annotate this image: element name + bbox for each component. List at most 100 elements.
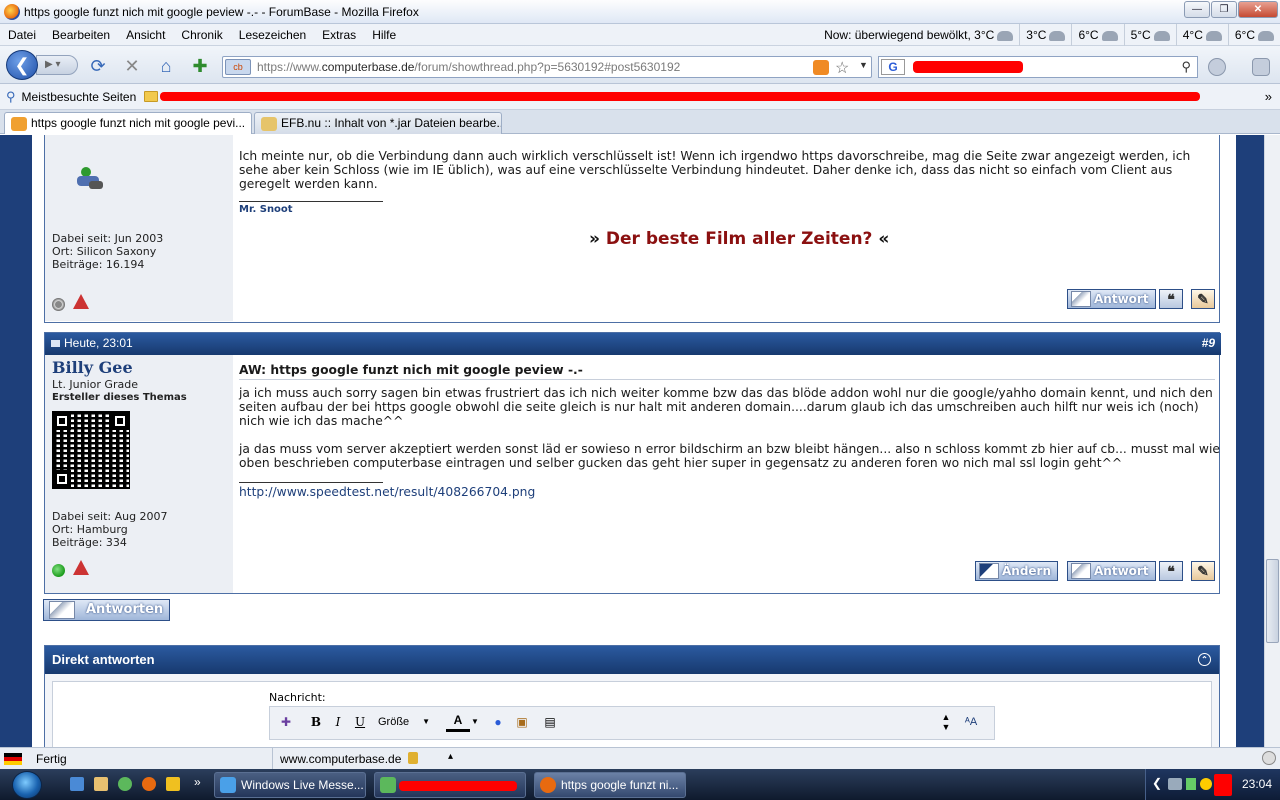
taskbar-messenger[interactable]: Windows Live Messe... bbox=[214, 772, 366, 798]
tray-app-icon[interactable] bbox=[1200, 778, 1212, 790]
thread-starter-label: Ersteller dieses Themas bbox=[52, 392, 187, 403]
padlock-icon[interactable] bbox=[408, 752, 418, 764]
google-icon[interactable]: G bbox=[881, 59, 905, 75]
volume-icon[interactable] bbox=[1186, 778, 1196, 790]
switch-editor-icon[interactable]: ᴬA bbox=[960, 712, 982, 734]
multiquote-button[interactable]: ✎ bbox=[1191, 561, 1215, 581]
resize-icon[interactable]: ▲ ▼ bbox=[940, 712, 952, 734]
start-button[interactable] bbox=[12, 771, 42, 799]
bookmarks-more[interactable]: » bbox=[1265, 89, 1272, 104]
insert-image-icon[interactable]: ▣ bbox=[512, 712, 532, 734]
username[interactable]: Billy Gee bbox=[52, 358, 133, 377]
menu-ansicht[interactable]: Ansicht bbox=[118, 28, 173, 42]
italic-button[interactable]: I bbox=[328, 712, 348, 734]
firefox-icon[interactable] bbox=[4, 3, 20, 20]
search-icon[interactable]: ⚲ bbox=[1181, 59, 1191, 75]
lock-icon[interactable] bbox=[1252, 58, 1270, 76]
clock[interactable]: 23:04 bbox=[1242, 777, 1272, 791]
forward-button[interactable]: ▶ ▾ bbox=[36, 55, 78, 75]
editor-toolbar: ✚ B I U Größe ▼ A ▼ ● ▣ ▤ ▲ ▼ ᴬA bbox=[269, 706, 995, 740]
insert-link-icon[interactable]: ● bbox=[488, 712, 508, 734]
menu-lesezeichen[interactable]: Lesezeichen bbox=[231, 28, 314, 42]
bold-button[interactable]: B bbox=[306, 712, 326, 734]
bookmarks-icon: ⚲ bbox=[6, 88, 16, 104]
tab-https-google[interactable]: https google funzt nich mit google pevi.… bbox=[4, 112, 252, 134]
font-size-select[interactable]: Größe ▼ bbox=[374, 712, 432, 734]
reply-icon bbox=[1071, 291, 1091, 307]
signature-link[interactable]: http://www.speedtest.net/result/40826670… bbox=[239, 485, 535, 499]
collapse-icon[interactable]: ⌃ bbox=[1198, 653, 1211, 666]
remove-format-icon[interactable]: ✚ bbox=[276, 712, 296, 734]
bookmark-star-icon[interactable]: ☆ bbox=[835, 58, 849, 78]
url-text[interactable]: https://www.computerbase.de/forum/showth… bbox=[257, 60, 680, 74]
insert-quote-icon[interactable]: ▤ bbox=[540, 712, 560, 734]
menu-datei[interactable]: Datei bbox=[0, 28, 44, 42]
url-bar[interactable]: cb https://www.computerbase.de/forum/sho… bbox=[222, 56, 872, 78]
tab-efb[interactable]: EFB.nu :: Inhalt von *.jar Dateien bearb… bbox=[254, 112, 502, 134]
scrollbar-thumb[interactable] bbox=[1266, 559, 1279, 643]
mail-icon[interactable] bbox=[94, 777, 108, 791]
addon-icon[interactable] bbox=[1208, 58, 1226, 76]
font-color-button[interactable]: A bbox=[446, 712, 470, 732]
winamp-icon[interactable] bbox=[166, 777, 180, 791]
menu-bearbeiten[interactable]: Bearbeiten bbox=[44, 28, 118, 42]
addon-status-icon[interactable] bbox=[1262, 751, 1276, 765]
menu-extras[interactable]: Extras bbox=[314, 28, 364, 42]
rss-icon[interactable] bbox=[813, 60, 829, 75]
ie-icon[interactable] bbox=[70, 777, 84, 791]
reply-button[interactable]: Antwort bbox=[1067, 289, 1156, 309]
signature-link[interactable]: Der beste Film aller Zeiten? bbox=[606, 229, 873, 249]
weather-now: Now: überwiegend bewölkt, 3°C bbox=[818, 24, 1019, 46]
taskbar-firefox[interactable]: https google funzt ni... bbox=[534, 772, 686, 798]
stop-icon[interactable]: ✕ bbox=[122, 56, 142, 76]
back-button[interactable]: ❮ bbox=[6, 50, 38, 80]
menu-hilfe[interactable]: Hilfe bbox=[364, 28, 404, 42]
report-icon[interactable] bbox=[73, 294, 89, 309]
taskbar-chat[interactable] bbox=[374, 772, 526, 798]
title-divider bbox=[239, 379, 1215, 380]
new-tab-icon[interactable]: ✚ bbox=[190, 56, 210, 76]
tray-expand-icon[interactable]: ❮ bbox=[1152, 776, 1162, 790]
close-button[interactable]: ✕ bbox=[1238, 1, 1278, 18]
post-message: Ich meinte nur, ob die Verbindung dann a… bbox=[239, 149, 1191, 191]
multiquote-button[interactable]: ✎ bbox=[1191, 289, 1215, 309]
navigation-toolbar: ▶ ▾ ❮ ⟳ ✕ ⌂ ✚ cb https://www.computerbas… bbox=[0, 46, 1280, 84]
color-dropdown-icon[interactable]: ▼ bbox=[470, 712, 480, 734]
user-rank: Lt. Junior Grade bbox=[52, 378, 138, 391]
network-icon[interactable] bbox=[1168, 778, 1182, 790]
bookmarks-toolbar: ⚲ Meistbesuchte Seiten » bbox=[0, 84, 1280, 110]
underline-button[interactable]: U bbox=[350, 712, 370, 734]
status-domain: www.computerbase.de bbox=[280, 752, 402, 766]
folder-icon[interactable] bbox=[144, 91, 159, 102]
vertical-scrollbar[interactable] bbox=[1264, 135, 1280, 747]
search-bar[interactable]: G ⚲ bbox=[878, 56, 1198, 78]
firefox-icon bbox=[540, 777, 556, 793]
firefox-quicklaunch-icon[interactable] bbox=[142, 777, 156, 791]
post-paragraph-1: ja ich muss auch sorry sagen bin etwas f… bbox=[239, 386, 1213, 428]
maximize-button[interactable]: ❐ bbox=[1211, 1, 1237, 18]
quote-button[interactable]: ❝ bbox=[1159, 561, 1183, 581]
site-identity-icon[interactable]: cb bbox=[225, 59, 251, 75]
status-arrow-icon: ▴ bbox=[448, 751, 454, 762]
menu-chronik[interactable]: Chronik bbox=[173, 28, 230, 42]
edit-button[interactable]: Ändern bbox=[975, 561, 1059, 581]
reload-icon[interactable]: ⟳ bbox=[88, 56, 108, 76]
minimize-button[interactable]: — bbox=[1184, 1, 1210, 18]
rain-icon bbox=[1205, 30, 1222, 41]
post-number[interactable]: #9 bbox=[1202, 333, 1215, 354]
home-icon[interactable]: ⌂ bbox=[156, 56, 176, 76]
post-date: Heute, 23:01 bbox=[64, 336, 133, 350]
weather-widget[interactable]: Now: überwiegend bewölkt, 3°C 3°C 6°C 5°… bbox=[818, 24, 1280, 46]
messenger-icon[interactable] bbox=[118, 777, 132, 791]
url-dropdown-icon[interactable]: ▼ bbox=[859, 60, 868, 70]
edit-icon bbox=[979, 563, 999, 579]
reply-button[interactable]: Antwort bbox=[1067, 561, 1156, 581]
efb-favicon bbox=[261, 116, 277, 131]
new-reply-button[interactable]: Antworten bbox=[43, 599, 170, 621]
quicklaunch-more[interactable]: » bbox=[194, 775, 201, 789]
quote-button[interactable]: ❝ bbox=[1159, 289, 1183, 309]
quote-close: « bbox=[872, 229, 890, 249]
report-icon[interactable] bbox=[73, 560, 89, 575]
most-visited-label[interactable]: Meistbesuchte Seiten bbox=[22, 90, 137, 104]
online-status-icon bbox=[52, 564, 65, 577]
